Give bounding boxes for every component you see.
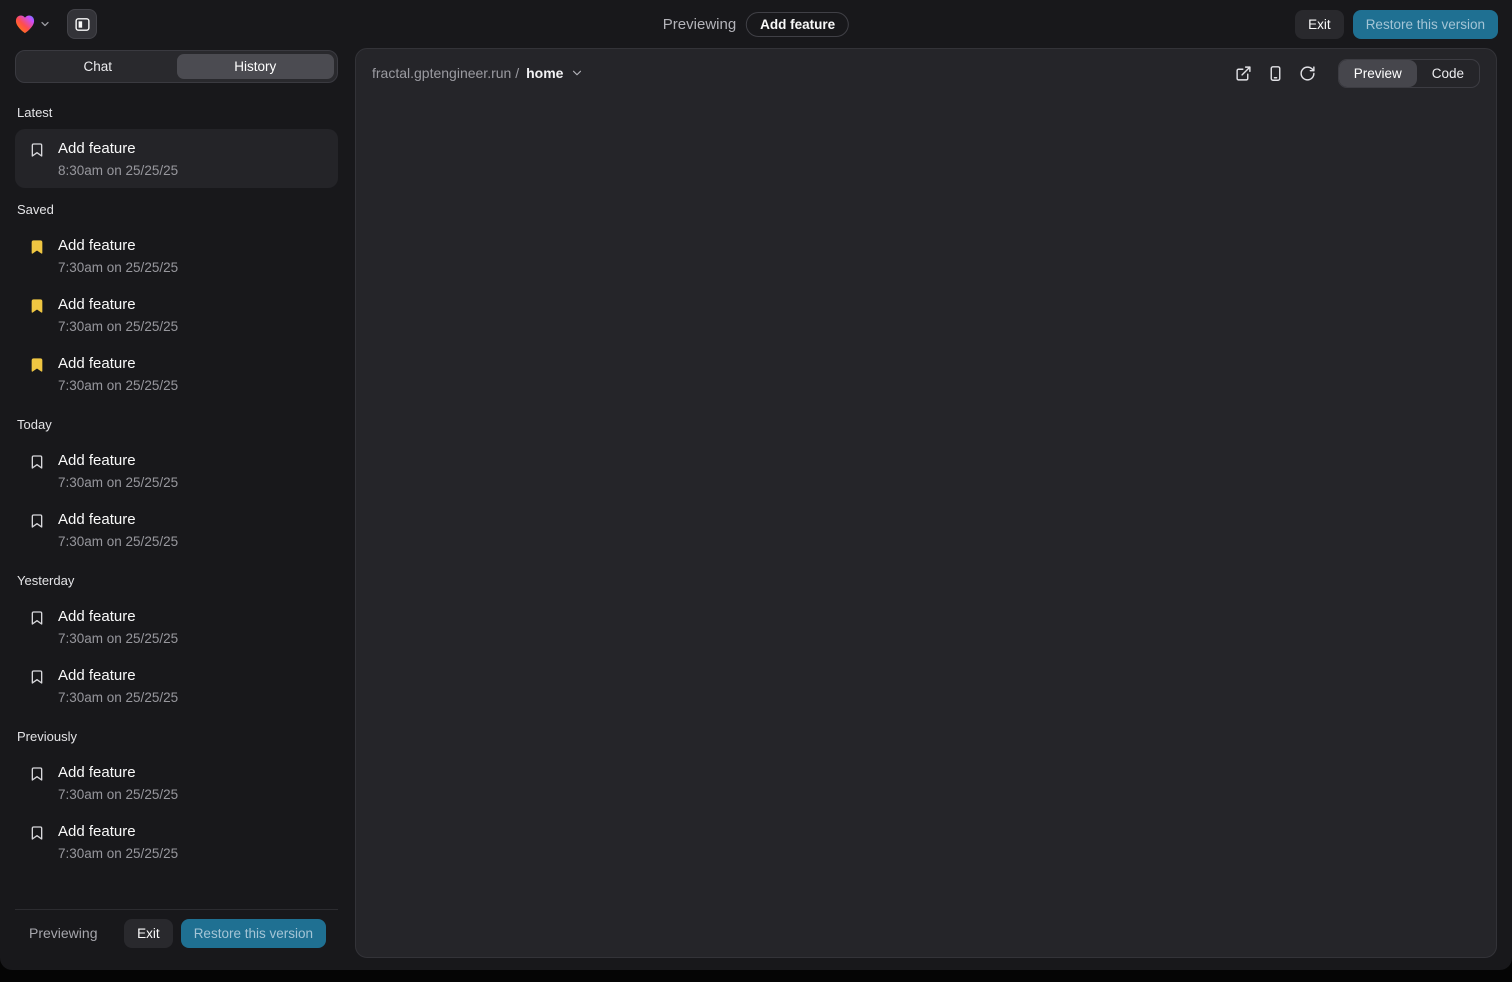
section-header-previously: Previously <box>17 729 336 744</box>
bookmark-outline-icon <box>29 669 45 705</box>
preview-panel: fractal.gptengineer.run / home <box>355 48 1497 958</box>
version-timestamp: 7:30am on 25/25/25 <box>58 787 178 802</box>
lovable-heart-logo-icon <box>14 14 36 34</box>
version-item[interactable]: Add feature 7:30am on 25/25/25 <box>15 226 338 285</box>
version-item[interactable]: Add feature 7:30am on 25/25/25 <box>15 500 338 559</box>
breadcrumb-chevron-down-icon <box>570 66 584 80</box>
section-header-yesterday: Yesterday <box>17 573 336 588</box>
version-item[interactable]: Add feature 7:30am on 25/25/25 <box>15 344 338 403</box>
refresh-icon[interactable] <box>1299 65 1316 82</box>
version-title: Add feature <box>58 354 178 374</box>
footer-restore-version-button[interactable]: Restore this version <box>181 919 326 948</box>
workspace-chevron-down-icon <box>39 18 51 30</box>
section-header-saved: Saved <box>17 202 336 217</box>
version-timestamp: 7:30am on 25/25/25 <box>58 846 178 861</box>
sidebar-toggle-button[interactable] <box>67 9 97 39</box>
preview-content-area <box>356 97 1496 957</box>
bookmark-outline-icon <box>29 610 45 646</box>
version-item[interactable]: Add feature 7:30am on 25/25/25 <box>15 597 338 656</box>
version-timestamp: 8:30am on 25/25/25 <box>58 163 178 178</box>
version-timestamp: 7:30am on 25/25/25 <box>58 378 178 393</box>
version-title: Add feature <box>58 295 178 315</box>
sidebar-footer: Previewing Exit Restore this version <box>15 910 338 956</box>
section-header-latest: Latest <box>17 105 336 120</box>
previewing-status-label: Previewing <box>663 16 736 33</box>
bookmark-filled-icon <box>29 239 45 275</box>
history-sidebar: Chat History Latest Add feature 8:30am o… <box>15 50 338 956</box>
version-item[interactable]: Add feature 7:30am on 25/25/25 <box>15 656 338 715</box>
restore-version-button[interactable]: Restore this version <box>1353 10 1498 39</box>
breadcrumb-page: home <box>526 65 563 81</box>
mobile-view-icon[interactable] <box>1267 65 1284 82</box>
preview-code-toggle: Preview Code <box>1338 59 1480 88</box>
open-external-link-icon[interactable] <box>1235 65 1252 82</box>
workspace-menu[interactable] <box>14 14 51 34</box>
sidebar-tab-switcher: Chat History <box>15 50 338 83</box>
version-name-pill: Add feature <box>746 12 849 37</box>
version-title: Add feature <box>58 510 178 530</box>
section-header-today: Today <box>17 417 336 432</box>
footer-previewing-label: Previewing <box>29 925 97 941</box>
version-item[interactable]: Add feature 7:30am on 25/25/25 <box>15 285 338 344</box>
version-timestamp: 7:30am on 25/25/25 <box>58 534 178 549</box>
tab-history[interactable]: History <box>177 54 335 79</box>
breadcrumb-host: fractal.gptengineer.run / <box>372 65 519 81</box>
version-item[interactable]: Add feature 7:30am on 25/25/25 <box>15 441 338 500</box>
version-history-list: Latest Add feature 8:30am on 25/25/25 Sa… <box>15 83 338 909</box>
bookmark-filled-icon <box>29 357 45 393</box>
bookmark-outline-icon <box>29 513 45 549</box>
version-item[interactable]: Add feature 7:30am on 25/25/25 <box>15 812 338 871</box>
version-title: Add feature <box>58 451 178 471</box>
preview-url-breadcrumb[interactable]: fractal.gptengineer.run / home <box>372 65 584 81</box>
tab-chat[interactable]: Chat <box>19 54 177 79</box>
version-title: Add feature <box>58 763 178 783</box>
bookmark-outline-icon <box>29 454 45 490</box>
version-timestamp: 7:30am on 25/25/25 <box>58 690 178 705</box>
bookmark-outline-icon <box>29 766 45 802</box>
top-bar: Previewing Add feature Exit Restore this… <box>0 0 1512 48</box>
version-item-selected[interactable]: Add feature 8:30am on 25/25/25 <box>15 129 338 188</box>
panel-left-icon <box>74 16 91 33</box>
version-timestamp: 7:30am on 25/25/25 <box>58 475 178 490</box>
version-timestamp: 7:30am on 25/25/25 <box>58 319 178 334</box>
version-title: Add feature <box>58 139 178 159</box>
bookmark-outline-icon <box>29 825 45 861</box>
version-title: Add feature <box>58 666 178 686</box>
version-timestamp: 7:30am on 25/25/25 <box>58 260 178 275</box>
version-item[interactable]: Add feature 7:30am on 25/25/25 <box>15 753 338 812</box>
bookmark-outline-icon <box>29 142 45 178</box>
toggle-code[interactable]: Code <box>1417 60 1479 87</box>
version-timestamp: 7:30am on 25/25/25 <box>58 631 178 646</box>
version-title: Add feature <box>58 607 178 627</box>
toggle-preview[interactable]: Preview <box>1339 60 1417 87</box>
exit-button[interactable]: Exit <box>1295 10 1344 39</box>
preview-header: fractal.gptengineer.run / home <box>356 49 1496 97</box>
footer-exit-button[interactable]: Exit <box>124 919 173 948</box>
bookmark-filled-icon <box>29 298 45 334</box>
version-title: Add feature <box>58 822 178 842</box>
version-title: Add feature <box>58 236 178 256</box>
app-window: Previewing Add feature Exit Restore this… <box>0 0 1512 970</box>
